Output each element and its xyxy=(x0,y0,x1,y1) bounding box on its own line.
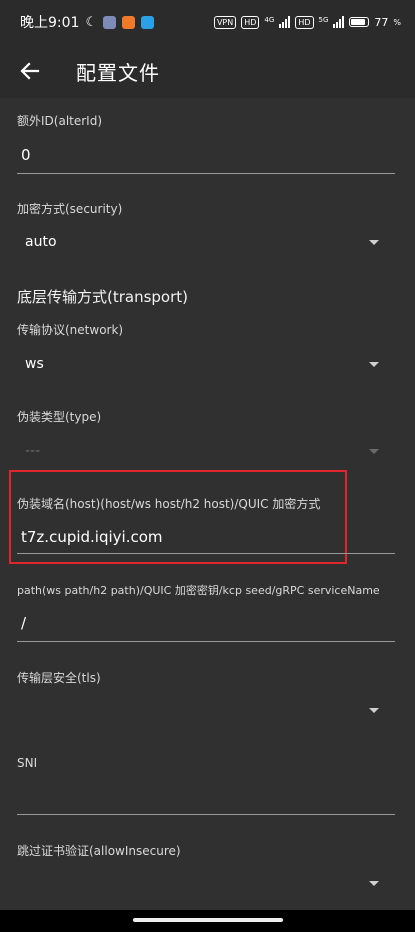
sni-label: SNI xyxy=(17,756,38,770)
home-indicator[interactable] xyxy=(133,918,283,922)
alter-id-label: 额外ID(alterId) xyxy=(17,114,103,128)
sni-underline xyxy=(17,814,395,815)
path-label: path(ws path/h2 path)/QUIC 加密密钥/kcp seed… xyxy=(17,584,380,597)
allow-insecure-dropdown-icon[interactable] xyxy=(369,881,379,886)
network-type-2: 5G xyxy=(318,15,329,24)
config-form[interactable]: 额外ID(alterId) 0 加密方式(security) auto 底层传输… xyxy=(0,98,415,910)
vpn-badge: VPN xyxy=(213,15,237,29)
host-label: 伪装域名(host)(host/ws host/h2 host)/QUIC 加密… xyxy=(17,497,321,511)
tls-dropdown-icon[interactable] xyxy=(369,708,379,713)
alter-id-input[interactable]: 0 xyxy=(21,146,401,164)
status-time: 晚上9:01 xyxy=(20,15,80,31)
navigation-bar xyxy=(0,910,415,932)
back-button[interactable] xyxy=(0,44,60,98)
path-input[interactable]: / xyxy=(21,614,401,632)
app-bar: 配置文件 xyxy=(0,44,415,98)
alter-id-underline xyxy=(17,173,395,174)
hd-badge: HD xyxy=(241,15,260,29)
page-title: 配置文件 xyxy=(76,60,160,85)
header-type-select[interactable]: --- xyxy=(25,443,405,459)
network-type-1: 4G xyxy=(264,15,275,24)
tls-label: 传输层安全(tls) xyxy=(17,671,101,685)
arrow-left-icon xyxy=(20,62,40,80)
allow-insecure-label: 跳过证书验证(allowInsecure) xyxy=(17,844,181,858)
signal-icon xyxy=(279,16,291,28)
signal-icon-2 xyxy=(333,16,345,28)
header-type-label: 伪装类型(type) xyxy=(17,410,102,424)
network-label: 传输协议(network) xyxy=(17,323,124,337)
security-select[interactable]: auto xyxy=(25,234,405,250)
network-select[interactable]: ws xyxy=(25,356,405,372)
battery-icon xyxy=(349,17,370,27)
app-notification-icon-blue xyxy=(141,15,155,29)
header-type-dropdown-icon[interactable] xyxy=(369,449,379,454)
security-label: 加密方式(security) xyxy=(17,202,123,216)
security-dropdown-icon[interactable] xyxy=(369,240,379,245)
path-underline xyxy=(17,641,395,642)
host-input[interactable]: t7z.cupid.iqiyi.com xyxy=(21,528,401,546)
transport-section-title: 底层传输方式(transport) xyxy=(17,288,189,306)
network-dropdown-icon[interactable] xyxy=(369,362,379,367)
battery-percent: 77 xyxy=(374,15,389,29)
hd-badge-2: HD xyxy=(295,15,314,29)
highlight-box xyxy=(9,470,347,564)
host-underline xyxy=(17,553,395,554)
moon-icon: ☾ xyxy=(85,14,98,30)
status-bar: 晚上9:01 ☾ VPN HD 4G HD 5G 77% xyxy=(0,0,415,44)
app-notification-icon-orange xyxy=(122,15,136,29)
app-notification-icon xyxy=(103,15,117,29)
